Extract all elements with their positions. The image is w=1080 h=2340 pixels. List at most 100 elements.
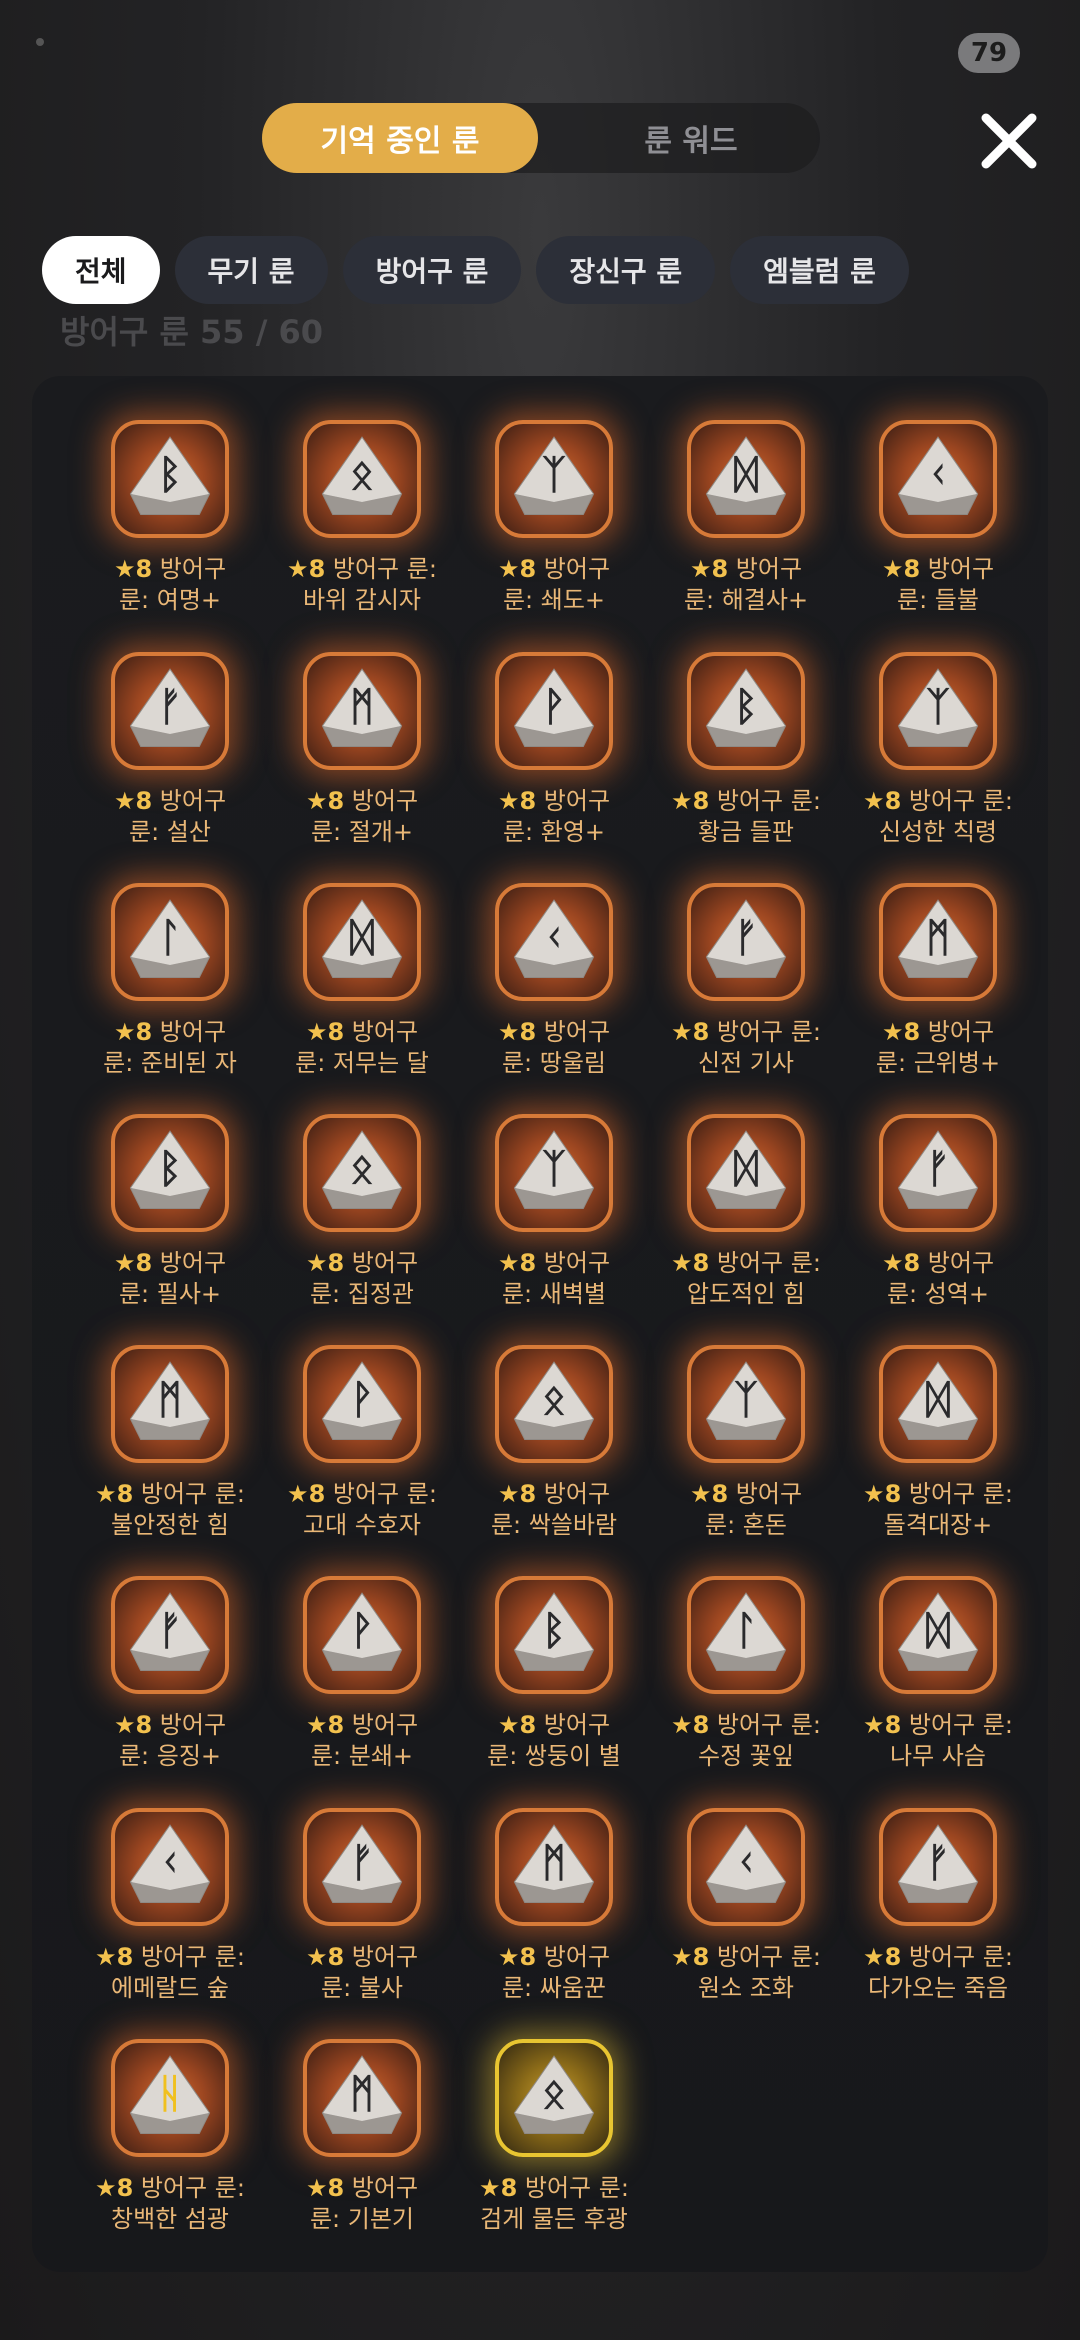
rune-glyph: ᛒ (158, 452, 182, 498)
rune-item[interactable]: ᛚ ★8 방어구 룬: 준비된 자 (74, 883, 266, 1113)
rune-label-line1: 방어구 룬: (901, 1480, 1013, 1508)
rune-item[interactable]: ᚹ ★8 방어구 룬: 분쇄+ (266, 1576, 458, 1806)
rune-label-line1: 방어구 룬: (709, 787, 821, 815)
rune-item[interactable]: ᚲ ★8 방어구 룬: 에메랄드 숲 (74, 1808, 266, 2038)
rune-item[interactable]: ᚺ ★8 방어구 룬: 창백한 섬광 (74, 2039, 266, 2269)
rune-label-line2: 불안정한 힘 (110, 1511, 230, 1539)
filter-armor-rune[interactable]: 방어구 룬 (342, 236, 522, 304)
rune-item[interactable]: ᛉ ★8 방어구 룬: 신성한 칙령 (842, 652, 1034, 882)
rune-stone-icon: ᛉ (879, 652, 997, 770)
rune-label: ★8 방어구 룬: 쇄도+ (448, 554, 660, 616)
rune-item[interactable]: ᛒ ★8 방어구 룬: 황금 들판 (650, 652, 842, 882)
close-button[interactable] (976, 108, 1042, 174)
rune-label-line1: 방어구 (152, 787, 227, 815)
rune-item[interactable]: ᚠ ★8 방어구 룬: 신전 기사 (650, 883, 842, 1113)
rune-stone-icon: ᛉ (687, 1345, 805, 1463)
rune-item[interactable]: ᛞ ★8 방어구 룬: 나무 사슴 (842, 1576, 1034, 1806)
rune-label-line2: 룬: 필사+ (118, 1280, 222, 1308)
rune-label: ★8 방어구 룬: 기본기 (256, 2173, 468, 2235)
rune-label: ★8 방어구 룬: 신성한 칙령 (832, 786, 1044, 848)
rune-item[interactable]: ᛒ ★8 방어구 룬: 필사+ (74, 1114, 266, 1344)
rune-star-level: ★8 (497, 1943, 537, 1971)
filter-all[interactable]: 전체 (42, 236, 160, 304)
rune-glyph: ᛉ (926, 684, 950, 730)
rune-glyph: ᚹ (350, 1377, 374, 1423)
rune-item[interactable]: ᛉ ★8 방어구 룬: 새벽별 (458, 1114, 650, 1344)
rune-label-line2: 룬: 집정관 (309, 1280, 415, 1308)
rune-label-line2: 다가오는 죽음 (867, 1974, 1009, 2002)
rune-item[interactable]: ᛒ ★8 방어구 룬: 여명+ (74, 420, 266, 650)
rune-label-line2: 검게 물든 후광 (480, 2205, 628, 2233)
rune-item[interactable]: ᛚ ★8 방어구 룬: 수정 꽃잎 (650, 1576, 842, 1806)
rune-label: ★8 방어구 룬: 원소 조화 (640, 1942, 852, 2004)
rune-label-line1: 방어구 룬: (325, 1480, 437, 1508)
rune-star-level: ★8 (305, 1943, 345, 1971)
rune-glyph: ᚠ (734, 915, 758, 961)
rune-label-line2: 룬: 싸움꾼 (501, 1974, 607, 2002)
rune-label-line2: 룬: 준비된 자 (103, 1049, 237, 1077)
rune-item[interactable]: ᚠ ★8 방어구 룬: 응징+ (74, 1576, 266, 1806)
rune-label-line2: 룬: 새벽별 (501, 1280, 607, 1308)
rune-item[interactable]: ᛗ ★8 방어구 룬: 불안정한 힘 (74, 1345, 266, 1575)
rune-label-line2: 룬: 혼돈 (705, 1511, 787, 1539)
rune-item[interactable]: ᚠ ★8 방어구 룬: 성역+ (842, 1114, 1034, 1344)
rune-stone-icon: ᛉ (495, 1114, 613, 1232)
rune-label-line1: 방어구 룬: (133, 2174, 245, 2202)
rune-item[interactable]: ᚲ ★8 방어구 룬: 들불 (842, 420, 1034, 650)
rune-item[interactable]: ᛟ ★8 방어구 룬: 싹쓸바람 (458, 1345, 650, 1575)
rune-item[interactable]: ᛞ ★8 방어구 룬: 돌격대장+ (842, 1345, 1034, 1575)
rune-count-text: 방어구 룬 55 / 60 (60, 313, 324, 351)
rune-star-level: ★8 (863, 787, 902, 815)
rune-label: ★8 방어구 룬: 돌격대장+ (832, 1479, 1044, 1541)
rune-label: ★8 방어구 룬: 검게 물든 후광 (448, 2173, 660, 2235)
rune-item[interactable]: ᚲ ★8 방어구 룬: 원소 조화 (650, 1808, 842, 2038)
rune-item[interactable]: ᛞ ★8 방어구 룬: 저무는 달 (266, 883, 458, 1113)
filter-accessory-rune[interactable]: 장신구 룬 (536, 236, 716, 304)
rune-label-line2: 룬: 불사 (321, 1974, 403, 2002)
rune-label: ★8 방어구 룬: 절개+ (256, 786, 468, 848)
rune-item[interactable]: ᚲ ★8 방어구 룬: 땅울림 (458, 883, 650, 1113)
rune-item[interactable]: ᚠ ★8 방어구 룬: 불사 (266, 1808, 458, 2038)
rune-label-line2: 돌격대장+ (883, 1511, 993, 1539)
rune-item[interactable]: ᛞ ★8 방어구 룬: 해결사+ (650, 420, 842, 650)
rune-item[interactable]: ᛞ ★8 방어구 룬: 압도적인 힘 (650, 1114, 842, 1344)
rune-item[interactable]: ᚹ ★8 방어구 룬: 환영+ (458, 652, 650, 882)
rune-item[interactable]: ᛒ ★8 방어구 룬: 쌍둥이 별 (458, 1576, 650, 1806)
rune-star-level: ★8 (881, 1018, 921, 1046)
rune-glyph: ᚲ (542, 915, 566, 961)
filter-weapon-rune[interactable]: 무기 룬 (174, 236, 328, 304)
rune-label: ★8 방어구 룬: 근위병+ (832, 1017, 1044, 1079)
rune-item[interactable]: ᛗ ★8 방어구 룬: 기본기 (266, 2039, 458, 2269)
rune-glyph: ᛞ (734, 452, 758, 498)
rune-item[interactable]: ᛉ ★8 방어구 룬: 쇄도+ (458, 420, 650, 650)
tab-remembered-runes[interactable]: 기억 중인 룬 (262, 103, 538, 173)
rune-label: ★8 방어구 룬: 혼돈 (640, 1479, 852, 1541)
rune-item[interactable]: ᛗ ★8 방어구 룬: 근위병+ (842, 883, 1034, 1113)
rune-item[interactable]: ᛗ ★8 방어구 룬: 절개+ (266, 652, 458, 882)
rune-item[interactable]: ᚠ ★8 방어구 룬: 설산 (74, 652, 266, 882)
rune-item[interactable]: ᛟ ★8 방어구 룬: 바위 감시자 (266, 420, 458, 650)
rune-star-level: ★8 (113, 555, 153, 583)
rune-item[interactable]: ᛟ ★8 방어구 룬: 검게 물든 후광 (458, 2039, 650, 2269)
rune-label-line2: 룬: 응징+ (118, 1742, 222, 1770)
rune-star-level: ★8 (881, 555, 921, 583)
rune-stone-icon: ᛒ (111, 420, 229, 538)
rune-glyph: ᚠ (158, 1608, 182, 1654)
filter-emblem-rune[interactable]: 엠블럼 룬 (730, 236, 909, 304)
rune-label-line1: 방어구 (344, 1249, 419, 1277)
rune-stone-icon: ᛟ (303, 1114, 421, 1232)
rune-item[interactable]: ᚹ ★8 방어구 룬: 고대 수호자 (266, 1345, 458, 1575)
rune-item[interactable]: ᛗ ★8 방어구 룬: 싸움꾼 (458, 1808, 650, 2038)
rune-item[interactable]: ᚠ ★8 방어구 룬: 다가오는 죽음 (842, 1808, 1034, 2038)
rune-star-level: ★8 (881, 1249, 921, 1277)
rune-label: ★8 방어구 룬: 쌍둥이 별 (448, 1710, 660, 1772)
rune-item[interactable]: ᛟ ★8 방어구 룬: 집정관 (266, 1114, 458, 1344)
rune-star-level: ★8 (113, 1018, 153, 1046)
rune-label-line1: 방어구 (344, 1018, 419, 1046)
rune-item[interactable]: ᛉ ★8 방어구 룬: 혼돈 (650, 1345, 842, 1575)
rune-label: ★8 방어구 룬: 환영+ (448, 786, 660, 848)
tab-rune-words[interactable]: 룬 워드 (562, 103, 820, 173)
rune-glyph: ᚠ (158, 684, 182, 730)
rune-label: ★8 방어구 룬: 집정관 (256, 1248, 468, 1310)
rune-stone-icon: ᛞ (879, 1576, 997, 1694)
